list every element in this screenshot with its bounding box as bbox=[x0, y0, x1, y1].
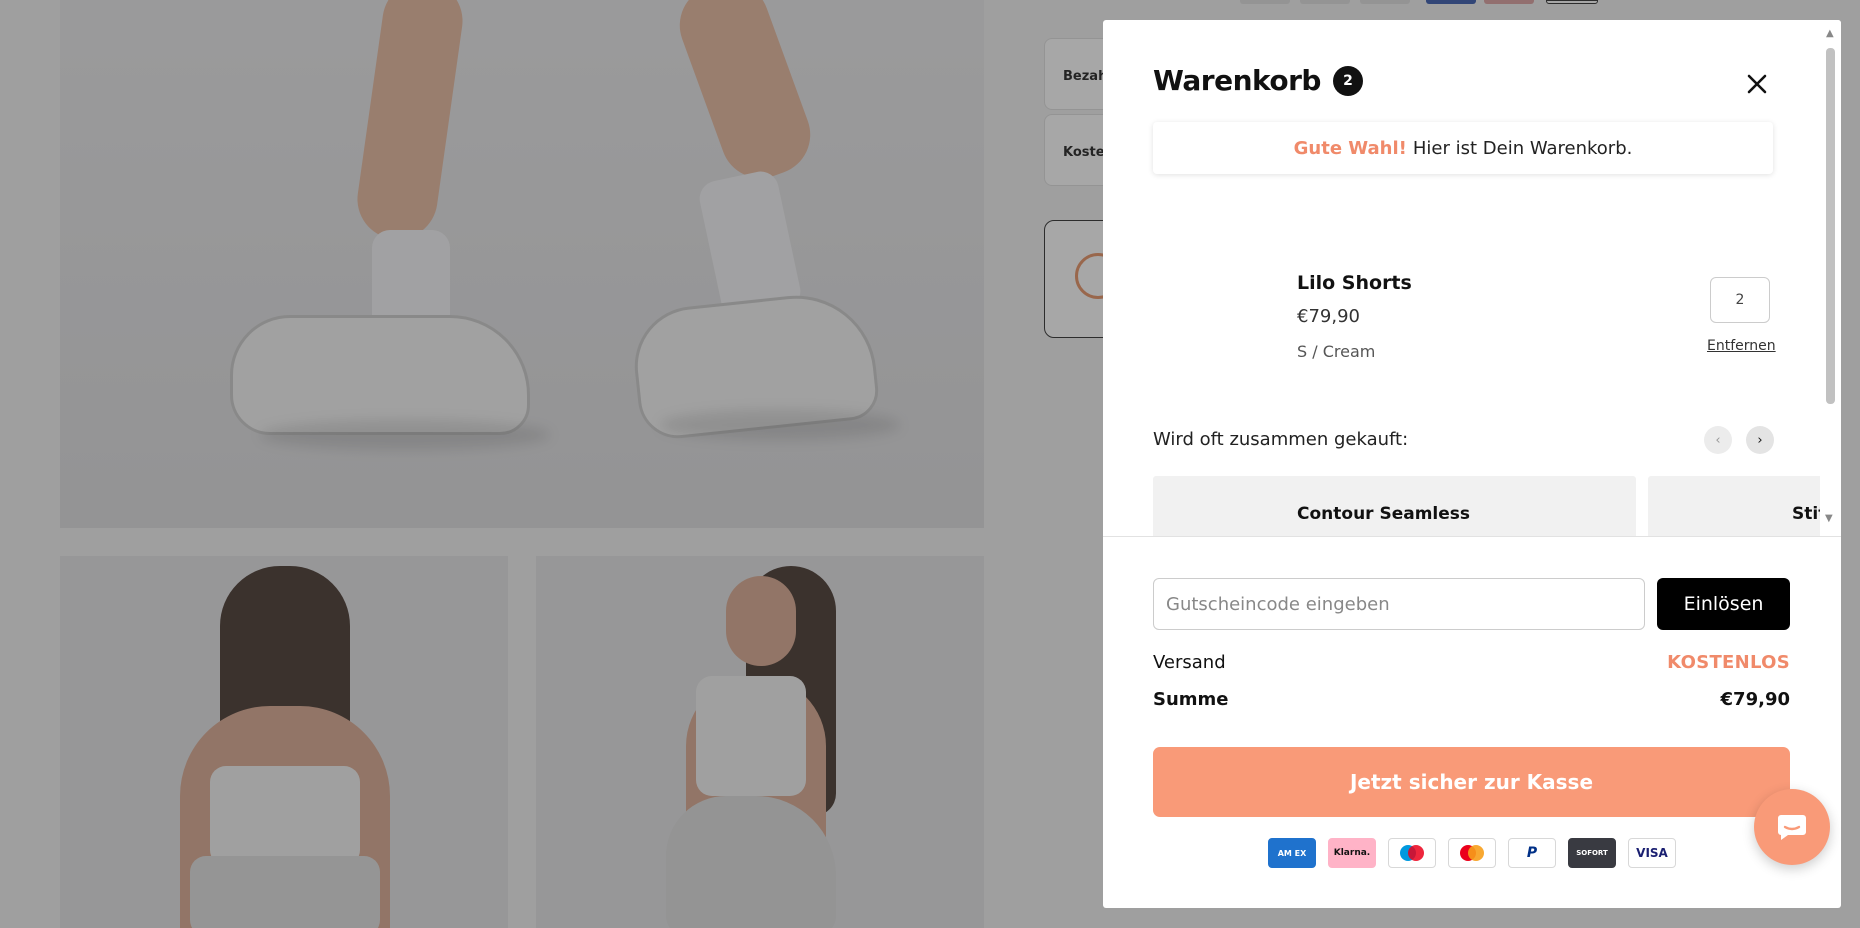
cart-line-item: Lilo Shorts €79,90 S / Cream 2 Entfernen bbox=[1153, 250, 1776, 390]
checkout-button[interactable]: Jetzt sicher zur Kasse bbox=[1153, 747, 1790, 817]
cart-item-name[interactable]: Lilo Shorts bbox=[1297, 272, 1412, 294]
total-label: Summe bbox=[1153, 689, 1229, 710]
upsell-title: Wird oft zusammen gekauft: bbox=[1153, 429, 1409, 450]
cart-footer-divider bbox=[1103, 536, 1841, 537]
chevron-left-icon: ‹ bbox=[1715, 432, 1721, 448]
upsell-product-card[interactable]: Stit bbox=[1648, 476, 1838, 536]
remove-item-link[interactable]: Entfernen bbox=[1707, 338, 1776, 354]
banner-highlight: Gute Wahl! bbox=[1293, 137, 1407, 159]
scrollbar-thumb[interactable] bbox=[1826, 48, 1835, 404]
cart-scroll-area[interactable]: Warenkorb 2 Gute Wahl! Hier ist Dein War… bbox=[1103, 20, 1841, 536]
cart-header: Warenkorb 2 bbox=[1153, 64, 1363, 97]
carousel-next-button[interactable]: › bbox=[1746, 426, 1774, 454]
chat-icon bbox=[1778, 815, 1806, 840]
paypal-icon: P bbox=[1508, 838, 1556, 868]
mastercard-icon bbox=[1448, 838, 1496, 868]
shipping-label: Versand bbox=[1153, 652, 1226, 673]
upsell-product-name: Contour Seamless bbox=[1297, 504, 1471, 524]
total-row: Summe €79,90 bbox=[1153, 689, 1790, 710]
total-value: €79,90 bbox=[1720, 689, 1790, 710]
scroll-up-arrow-icon[interactable]: ▲ bbox=[1826, 28, 1834, 39]
carousel-prev-button[interactable]: ‹ bbox=[1704, 426, 1732, 454]
maestro-icon bbox=[1388, 838, 1436, 868]
cart-count-badge: 2 bbox=[1332, 65, 1363, 96]
visa-icon: VISA bbox=[1628, 838, 1676, 868]
payment-methods: AM EX Klarna. P SOFORT VISA bbox=[1268, 838, 1676, 868]
amex-icon: AM EX bbox=[1268, 838, 1316, 868]
cart-welcome-banner: Gute Wahl! Hier ist Dein Warenkorb. bbox=[1153, 122, 1773, 174]
cart-title: Warenkorb bbox=[1153, 64, 1321, 97]
cart-item-variant: S / Cream bbox=[1297, 342, 1376, 361]
coupon-code-input[interactable] bbox=[1153, 578, 1645, 630]
cart-drawer: Warenkorb 2 Gute Wahl! Hier ist Dein War… bbox=[1103, 20, 1841, 908]
sofort-icon: SOFORT bbox=[1568, 838, 1616, 868]
close-icon bbox=[1747, 74, 1767, 94]
cart-item-price: €79,90 bbox=[1297, 306, 1360, 327]
chat-button[interactable] bbox=[1754, 789, 1830, 865]
upsell-product-card[interactable]: Contour Seamless bbox=[1153, 476, 1636, 536]
chevron-right-icon: › bbox=[1757, 432, 1763, 448]
shipping-row: Versand KOSTENLOS bbox=[1153, 652, 1790, 673]
shipping-value: KOSTENLOS bbox=[1667, 652, 1790, 673]
close-cart-button[interactable] bbox=[1740, 67, 1774, 101]
quantity-input[interactable]: 2 bbox=[1710, 277, 1770, 323]
klarna-icon: Klarna. bbox=[1328, 838, 1376, 868]
banner-text: Hier ist Dein Warenkorb. bbox=[1412, 137, 1633, 159]
redeem-coupon-button[interactable]: Einlösen bbox=[1657, 578, 1790, 630]
cart-item-image[interactable] bbox=[1153, 250, 1263, 380]
scroll-down-arrow-icon[interactable]: ▼ bbox=[1825, 513, 1833, 524]
